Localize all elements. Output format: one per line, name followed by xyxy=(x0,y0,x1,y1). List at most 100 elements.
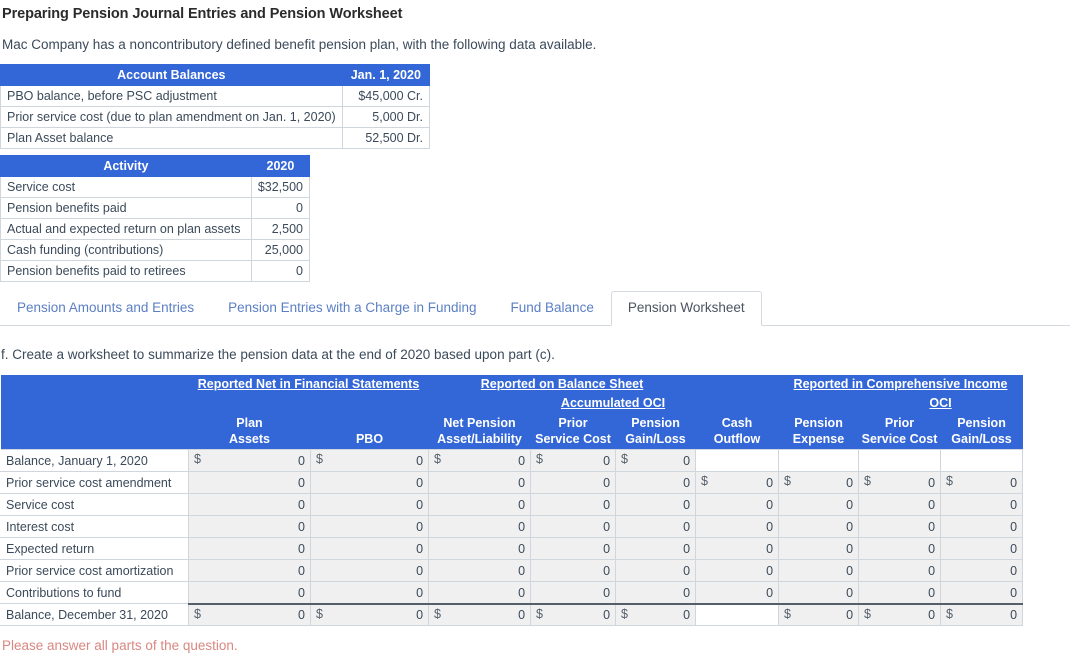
worksheet-cell-input[interactable]: $0 xyxy=(530,449,617,473)
worksheet-cell-input[interactable]: 0 xyxy=(428,559,532,583)
worksheet-cell-input[interactable]: 0 xyxy=(188,581,311,605)
worksheet-cell-input[interactable]: 0 xyxy=(858,537,942,561)
worksheet-cell-input[interactable]: 0 xyxy=(615,515,697,539)
worksheet-cell-input[interactable]: 0 xyxy=(778,559,860,583)
cell-value: 0 xyxy=(1010,563,1018,578)
worksheet-cell-input[interactable]: 0 xyxy=(615,471,697,495)
worksheet-cell-input[interactable]: $0 xyxy=(188,602,311,627)
worksheet-cell-input[interactable]: 0 xyxy=(615,537,697,561)
worksheet-cell-input[interactable]: 0 xyxy=(309,493,430,517)
cell-value: 0 xyxy=(766,563,774,578)
worksheet-cell-input[interactable]: $0 xyxy=(858,602,942,627)
worksheet-cell-input[interactable]: 0 xyxy=(778,515,860,539)
worksheet-cell-input[interactable]: $0 xyxy=(940,602,1024,627)
cell-value: 0 xyxy=(416,519,424,534)
tab-pension-amounts-and-entries[interactable]: Pension Amounts and Entries xyxy=(0,291,211,325)
worksheet-cell-input[interactable]: 0 xyxy=(188,559,311,583)
cell-value: 0 xyxy=(416,585,424,600)
worksheet-cell-input[interactable]: 0 xyxy=(695,581,780,605)
worksheet-cell-input[interactable]: 0 xyxy=(188,537,311,561)
worksheet-cell-input[interactable]: 0 xyxy=(309,471,430,495)
worksheet-cell-input[interactable]: 0 xyxy=(428,471,532,495)
row-value: 52,500 Dr. xyxy=(341,127,431,149)
column-header-pension-expense: Pension Expense xyxy=(778,412,859,450)
cell-value: 0 xyxy=(928,541,936,556)
worksheet-cell-input[interactable]: 0 xyxy=(940,559,1024,583)
worksheet-cell-input[interactable]: $0 xyxy=(428,602,532,627)
column-header-aoci-pension-gain-loss: Pension Gain/Loss xyxy=(615,412,696,450)
tab-pension-worksheet[interactable]: Pension Worksheet xyxy=(610,290,762,326)
cell-value: 0 xyxy=(298,497,305,512)
currency-symbol: $ xyxy=(946,474,953,489)
worksheet-cell-input[interactable]: 0 xyxy=(940,537,1024,561)
worksheet-cell-input[interactable]: $0 xyxy=(615,449,697,473)
worksheet-cell-input[interactable]: 0 xyxy=(530,559,617,583)
worksheet-cell-input[interactable]: 0 xyxy=(188,515,311,539)
worksheet-cell-input[interactable]: $0 xyxy=(778,471,860,495)
spacer-cell xyxy=(428,393,531,413)
cell-value: 0 xyxy=(766,497,774,512)
worksheet-cell-input[interactable]: $0 xyxy=(940,471,1024,495)
worksheet-cell-input[interactable]: $0 xyxy=(428,449,532,473)
worksheet-cell-input[interactable]: $0 xyxy=(309,449,430,473)
worksheet-cell-input[interactable]: 0 xyxy=(309,559,430,583)
worksheet-cell-input[interactable]: 0 xyxy=(530,471,617,495)
worksheet-cell-input[interactable]: 0 xyxy=(858,559,942,583)
worksheet-cell-input[interactable]: 0 xyxy=(695,559,780,583)
column-header-plan-assets: Plan Assets xyxy=(188,412,311,450)
worksheet-cell-input[interactable]: 0 xyxy=(188,493,311,517)
column-header-cash-outflow: Cash Outflow xyxy=(695,412,779,450)
worksheet-cell-input[interactable]: 0 xyxy=(940,581,1024,605)
row-label: Interest cost xyxy=(0,515,189,539)
worksheet-cell-input[interactable]: 0 xyxy=(695,537,780,561)
table-row: Expected return 0 0 0 0 0 0 0 0 0 xyxy=(0,537,1024,561)
worksheet-cell-input[interactable]: 0 xyxy=(428,581,532,605)
worksheet-cell-input[interactable]: 0 xyxy=(940,493,1024,517)
cell-value: 0 xyxy=(603,608,611,622)
worksheet-cell-input[interactable]: $0 xyxy=(615,602,697,627)
worksheet-cell-input[interactable]: 0 xyxy=(615,559,697,583)
worksheet-cell-input[interactable]: 0 xyxy=(695,493,780,517)
worksheet-cell-input[interactable]: 0 xyxy=(695,515,780,539)
worksheet-cell-input[interactable]: 0 xyxy=(530,493,617,517)
worksheet-cell-input[interactable]: $0 xyxy=(858,471,942,495)
column-header-line2: Service Cost xyxy=(535,432,611,447)
cell-value: 0 xyxy=(928,563,936,578)
currency-symbol: $ xyxy=(784,474,791,489)
worksheet-cell-input[interactable]: 0 xyxy=(778,581,860,605)
tab-pension-entries-with-a-charge-in-funding[interactable]: Pension Entries with a Charge in Funding xyxy=(211,291,493,325)
worksheet-cell-input[interactable]: 0 xyxy=(615,581,697,605)
column-header-line1: Net Pension xyxy=(443,415,516,430)
worksheet-cell-input[interactable]: 0 xyxy=(778,493,860,517)
subgroup-header-oci: OCI xyxy=(858,393,1023,413)
table-header-row: Activity 2020 xyxy=(0,155,311,177)
worksheet-cell-input[interactable]: $0 xyxy=(530,602,617,627)
worksheet-cell-input[interactable]: 0 xyxy=(428,493,532,517)
row-label: PBO balance, before PSC adjustment xyxy=(0,85,343,107)
worksheet-cell-input[interactable]: $0 xyxy=(188,449,311,473)
worksheet-cell-input[interactable]: 0 xyxy=(428,515,532,539)
group-header-comprehensive-income: Reported in Comprehensive Income xyxy=(778,375,1023,394)
currency-symbol: $ xyxy=(194,452,201,467)
worksheet-cell-input[interactable]: 0 xyxy=(309,581,430,605)
tab-label: Fund Balance xyxy=(510,299,594,315)
worksheet-cell-input[interactable]: 0 xyxy=(778,537,860,561)
worksheet-cell-input[interactable]: 0 xyxy=(858,515,942,539)
worksheet-cell-input[interactable]: $0 xyxy=(695,471,780,495)
worksheet-cell-input[interactable]: $0 xyxy=(309,602,430,627)
worksheet-cell-input[interactable]: 0 xyxy=(940,515,1024,539)
worksheet-cell-input[interactable]: 0 xyxy=(530,515,617,539)
worksheet-cell-input[interactable]: 0 xyxy=(858,581,942,605)
worksheet-cell-input[interactable]: 0 xyxy=(188,471,311,495)
worksheet-cell-input[interactable]: 0 xyxy=(530,581,617,605)
table-row: Service cost 0 0 0 0 0 0 0 0 0 xyxy=(0,493,1024,517)
tab-fund-balance[interactable]: Fund Balance xyxy=(494,291,611,325)
worksheet-cell-input[interactable]: 0 xyxy=(530,537,617,561)
worksheet-cell-input[interactable]: $0 xyxy=(778,602,860,627)
worksheet-cell-input[interactable]: 0 xyxy=(615,493,697,517)
worksheet-cell-input[interactable]: 0 xyxy=(309,537,430,561)
worksheet-cell-input[interactable]: 0 xyxy=(858,493,942,517)
currency-symbol: $ xyxy=(864,474,871,489)
worksheet-cell-input[interactable]: 0 xyxy=(309,515,430,539)
worksheet-cell-input[interactable]: 0 xyxy=(428,537,532,561)
